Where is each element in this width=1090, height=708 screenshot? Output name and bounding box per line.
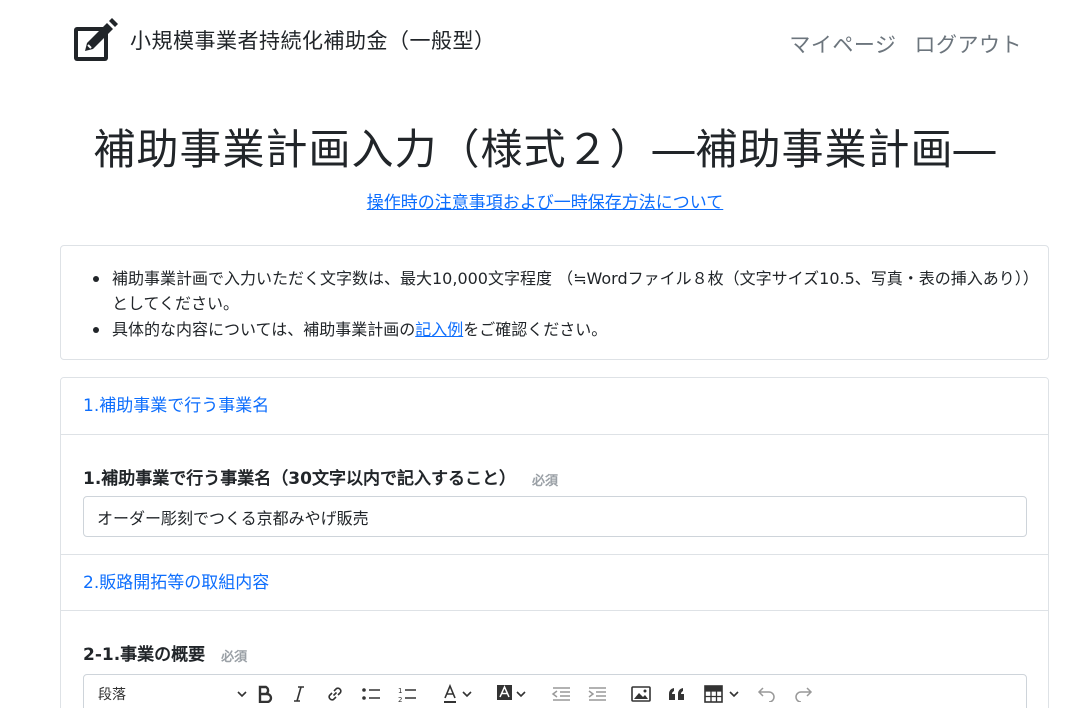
svg-text:2: 2 bbox=[398, 696, 402, 703]
highlight-icon bbox=[497, 685, 526, 700]
outdent-button[interactable] bbox=[550, 683, 572, 705]
heading-select[interactable]: 段落 bbox=[98, 683, 248, 705]
outdent-icon bbox=[551, 687, 570, 701]
indent-icon bbox=[588, 687, 606, 701]
heading-select-value: 段落 bbox=[98, 687, 126, 703]
undo-icon bbox=[757, 687, 775, 702]
undo-button[interactable] bbox=[756, 683, 778, 705]
required-badge: 必須 bbox=[531, 473, 558, 489]
italic-button[interactable] bbox=[288, 683, 310, 705]
redo-icon bbox=[795, 687, 813, 702]
guide-link-wrap: 操作時の注意事項および一時保存方法について bbox=[0, 188, 1090, 213]
notice-text: 具体的な内容については、補助事業計画の bbox=[112, 320, 416, 339]
notice-box: 補助事業計画で入力いただく文字数は、最大10,000文字程度 （≒Wordファイ… bbox=[60, 245, 1049, 360]
insert-image-button[interactable] bbox=[630, 683, 652, 705]
italic-icon bbox=[294, 686, 304, 702]
redo-button[interactable] bbox=[792, 683, 814, 705]
rich-text-toolbar: 段落 12 bbox=[83, 674, 1027, 708]
example-link[interactable]: 記入例 bbox=[415, 320, 463, 339]
bulleted-list-button[interactable] bbox=[360, 683, 382, 705]
field-label-text: 2-1.事業の概要 bbox=[83, 645, 206, 665]
section-heading-sales-activities: 2.販路開拓等の取組内容 bbox=[61, 554, 1048, 611]
operation-notes-link[interactable]: 操作時の注意事項および一時保存方法について bbox=[367, 193, 724, 213]
numbered-list-button[interactable]: 12 bbox=[396, 683, 418, 705]
user-nav: マイページ ログアウト bbox=[789, 29, 1022, 59]
notice-list: 補助事業計画で入力いただく文字数は、最大10,000文字程度 （≒Wordファイ… bbox=[91, 266, 1031, 342]
edit-icon bbox=[74, 18, 118, 61]
font-color-dropdown[interactable] bbox=[440, 683, 478, 705]
link-button[interactable] bbox=[324, 683, 346, 705]
indent-button[interactable] bbox=[586, 683, 608, 705]
bold-button[interactable] bbox=[254, 683, 276, 705]
highlight-dropdown[interactable] bbox=[494, 683, 532, 705]
mypage-link[interactable]: マイページ bbox=[789, 29, 896, 59]
field-label-overview: 2-1.事業の概要 必須 bbox=[83, 640, 247, 665]
page-title: 補助事業計画入力（様式２）―補助事業計画― bbox=[93, 125, 997, 174]
app-title: 小規模事業者持続化補助金（一般型） bbox=[130, 29, 496, 53]
table-icon bbox=[704, 685, 739, 703]
insert-table-dropdown[interactable] bbox=[702, 683, 744, 705]
notice-item-char-limit: 補助事業計画で入力いただく文字数は、最大10,000文字程度 （≒Wordファイ… bbox=[91, 266, 1031, 316]
business-name-input[interactable] bbox=[83, 496, 1027, 537]
font-color-icon bbox=[444, 684, 472, 703]
svg-text:1: 1 bbox=[398, 687, 402, 695]
plan-form-card: 1.補助事業で行う事業名 1.補助事業で行う事業名（30文字以内で記入すること）… bbox=[60, 377, 1049, 708]
required-badge: 必須 bbox=[221, 649, 248, 665]
image-icon bbox=[631, 686, 651, 702]
notice-item-example: 具体的な内容については、補助事業計画の記入例をご確認ください。 bbox=[91, 317, 1031, 342]
bulleted-list-icon bbox=[362, 688, 380, 700]
bold-icon bbox=[258, 685, 273, 703]
top-navbar: 小規模事業者持続化補助金（一般型） マイページ ログアウト bbox=[0, 0, 1090, 84]
chevron-down-icon bbox=[237, 691, 247, 698]
logout-link[interactable]: ログアウト bbox=[915, 29, 1023, 59]
blockquote-button[interactable] bbox=[666, 683, 688, 705]
numbered-list-icon: 12 bbox=[398, 687, 416, 703]
brand[interactable]: 小規模事業者持続化補助金（一般型） bbox=[73, 17, 496, 63]
section-heading-business-name: 1.補助事業で行う事業名 bbox=[61, 378, 1048, 435]
notice-text: をご確認ください。 bbox=[463, 320, 608, 339]
link-icon bbox=[328, 687, 342, 701]
field-label-business-name: 1.補助事業で行う事業名（30文字以内で記入すること） 必須 bbox=[83, 464, 558, 489]
blockquote-icon bbox=[669, 688, 684, 700]
field-label-text: 1.補助事業で行う事業名（30文字以内で記入すること） bbox=[83, 469, 516, 489]
